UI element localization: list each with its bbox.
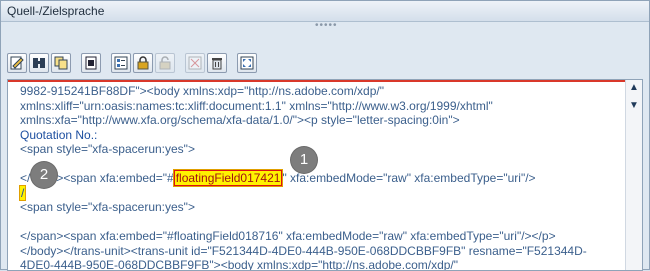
cross-out-button[interactable] <box>185 53 205 73</box>
list-icon <box>114 56 128 70</box>
fullscreen-button[interactable] <box>237 53 257 73</box>
editor-line: xmlns:xfa="http://www.xfa.org/schema/xfa… <box>20 113 460 127</box>
unlock-button[interactable] <box>155 53 175 73</box>
highlighted-field-name[interactable]: floatingField017421 <box>172 169 284 187</box>
lock-button[interactable] <box>133 53 153 73</box>
lock-icon <box>137 56 149 70</box>
editor-line: </ ><span xfa:embed="# floatingField017421… <box>20 169 616 187</box>
editor-line: <span style="xfa-spacerun:yes"> <box>20 200 195 214</box>
delete-bin-icon <box>212 58 222 70</box>
insert-button[interactable] <box>81 53 101 73</box>
panel-title: Quell-/Zielsprache <box>7 4 105 18</box>
editor-line: </span><span xfa:embed="#floatingField01… <box>20 229 556 243</box>
edit-button[interactable] <box>7 53 27 73</box>
editor-active-border <box>8 80 642 82</box>
editor-line: xmlns:xliff="urn:oasis:names:tc:xliff:do… <box>20 98 493 113</box>
editor-line: / <box>18 184 616 201</box>
editor-content[interactable]: 9982-915241BF88DF"><body xmlns:xdp="http… <box>18 84 616 271</box>
editor-line: </body></trans-unit><trans-unit id="F521… <box>20 243 587 258</box>
callout-marker-1: 1 <box>291 147 317 173</box>
delete-button[interactable] <box>207 53 227 73</box>
source-target-language-panel: Quell-/Zielsprache ••••• 9982-915241BF88… <box>0 0 650 271</box>
editor-blank-line <box>20 157 616 172</box>
editor-line: 9982-915241BF88DF"><body xmlns:xdp="http… <box>20 84 385 98</box>
fullscreen-icon <box>240 56 254 70</box>
editor-line: 4DE0-444B-950E-068DDCBBF9FB"><body xmlns… <box>20 258 459 271</box>
cross-out-icon <box>188 56 202 70</box>
tag-fragment: ><span xfa:embed="# <box>56 171 174 185</box>
callout-marker-2: 2 <box>31 162 57 188</box>
scroll-down-icon[interactable]: ▼ <box>626 98 642 114</box>
list-button[interactable] <box>111 53 131 73</box>
find-button[interactable] <box>29 53 49 73</box>
resize-grip[interactable]: ••••• <box>315 21 338 31</box>
insert-icon <box>85 56 97 70</box>
tag-fragment: </ <box>20 171 31 185</box>
find-binoculars-icon <box>33 58 45 68</box>
copy-icon <box>54 56 68 70</box>
source-text-editor[interactable]: 9982-915241BF88DF"><body xmlns:xdp="http… <box>7 79 643 271</box>
editor-blank-line <box>20 215 616 230</box>
tag-fragment: " xfa:embedMode="raw" xfa:embedType="uri… <box>282 171 536 185</box>
highlighted-slash[interactable]: / <box>18 184 27 201</box>
panel-header: Quell-/Zielsprache <box>1 1 649 22</box>
copy-button[interactable] <box>51 53 71 73</box>
edit-icon <box>10 56 24 70</box>
scroll-up-icon[interactable]: ▲ <box>626 80 642 96</box>
editor-line: Quotation No.: <box>20 127 98 142</box>
vertical-scrollbar[interactable]: ▲ ▼ <box>625 80 642 270</box>
unlock-icon <box>159 56 171 70</box>
editor-line: <span style="xfa-spacerun:yes"> <box>20 142 195 156</box>
